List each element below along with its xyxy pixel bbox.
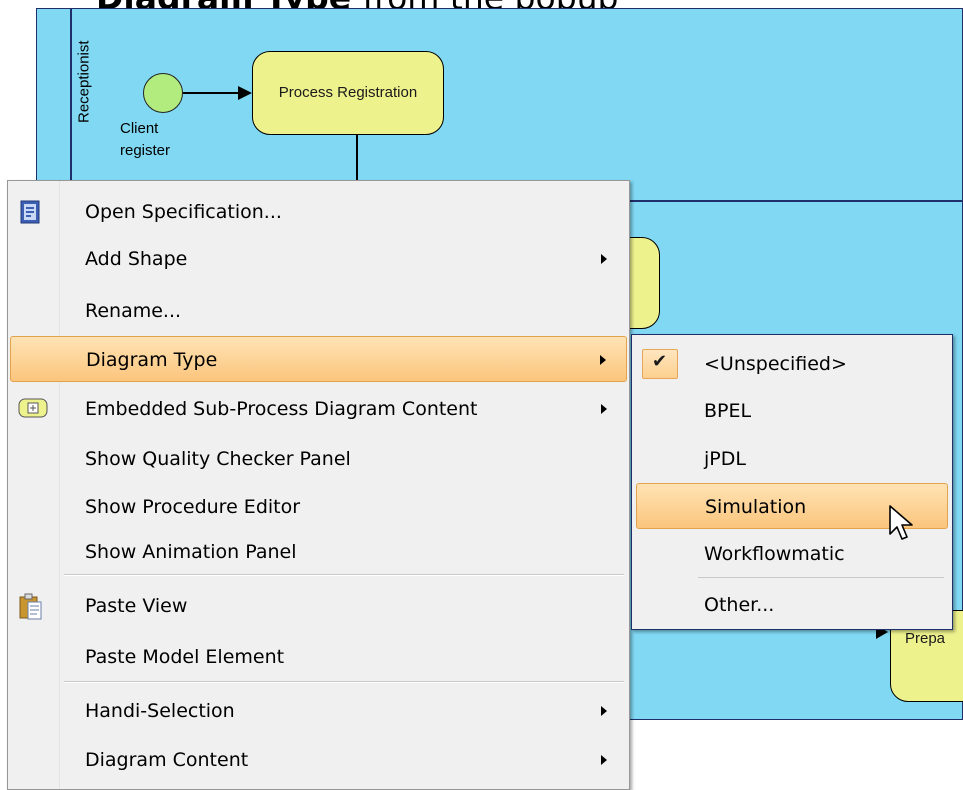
submenu-item-other[interactable]: Other... [636,582,948,628]
lane-separator [630,200,963,202]
menu-item-label: Embedded Sub-Process Diagram Content [85,398,478,420]
submenu-item-label: Simulation [705,496,807,518]
check-icon: ✔ [642,349,678,379]
submenu-item-label: Workflowmatic [704,543,845,565]
menu-item-rename[interactable]: Rename... [10,288,627,334]
submenu-arrow-icon [601,254,607,264]
menu-item-label: Handi-Selection [85,700,235,722]
lane-header[interactable] [36,8,72,180]
menu-item-label: Add Shape [85,248,188,270]
menu-item-diagram-content[interactable]: Diagram Content [10,737,627,783]
submenu-item-label: jPDL [704,448,746,470]
task-process-registration[interactable]: Process Registration [252,51,444,135]
submenu-item-jpdl[interactable]: jPDL [636,436,948,482]
submenu-item-unspecified[interactable]: ✔ <Unspecified> [636,341,948,387]
menu-item-show-animation-panel[interactable]: Show Animation Panel [10,529,627,575]
submenu-arrow-icon [600,355,606,365]
menu-item-add-shape[interactable]: Add Shape [10,236,627,282]
submenu-item-label: <Unspecified> [704,353,847,375]
menu-separator [64,681,624,683]
menu-item-embedded-sub-process[interactable]: Embedded Sub-Process Diagram Content [10,386,627,432]
menu-item-label: Rename... [85,300,182,322]
menu-item-label: Show Procedure Editor [85,496,301,518]
menu-item-label: Diagram Content [85,749,249,771]
sub-process-icon [18,396,48,422]
menu-item-label: Open Specification... [85,201,282,223]
menu-separator [64,574,624,576]
menu-item-paste-model-element[interactable]: Paste Model Element [10,634,627,680]
menu-item-paste-view[interactable]: Paste View [10,583,627,629]
submenu-item-label: Other... [704,594,775,616]
diagram-type-submenu: ✔ <Unspecified> BPEL jPDL Simulation Wor… [631,334,953,630]
menu-item-diagram-type[interactable]: Diagram Type [10,336,627,382]
submenu-arrow-icon [601,706,607,716]
start-event-label: Client register [120,120,171,159]
start-event[interactable] [143,73,183,113]
sequence-flow-down[interactable] [356,135,358,180]
submenu-separator [698,577,944,578]
check-glyph: ✔ [652,351,668,372]
menu-item-label: Show Quality Checker Panel [85,448,351,470]
mouse-pointer-icon [889,505,913,540]
menu-item-label: Paste Model Element [85,646,285,668]
arrow-head [238,86,252,100]
menu-item-label: Paste View [85,595,188,617]
specification-icon [18,199,44,225]
submenu-arrow-icon [601,755,607,765]
menu-item-label: Diagram Type [86,349,218,371]
submenu-item-label: BPEL [704,400,752,422]
menu-item-label: Show Animation Panel [85,541,297,563]
submenu-item-bpel[interactable]: BPEL [636,388,948,434]
context-menu: Open Specification... Add Shape Rename..… [7,180,630,790]
menu-item-handi-selection[interactable]: Handi-Selection [10,688,627,734]
menu-item-show-procedure-editor[interactable]: Show Procedure Editor [10,484,627,530]
menu-item-open-specification[interactable]: Open Specification... [10,189,627,235]
submenu-arrow-icon [601,404,607,414]
menu-item-show-quality-checker[interactable]: Show Quality Checker Panel [10,436,627,482]
lane-label: Receptionist [75,40,93,123]
clipboard-icon [18,593,44,620]
sequence-flow[interactable] [183,92,239,94]
